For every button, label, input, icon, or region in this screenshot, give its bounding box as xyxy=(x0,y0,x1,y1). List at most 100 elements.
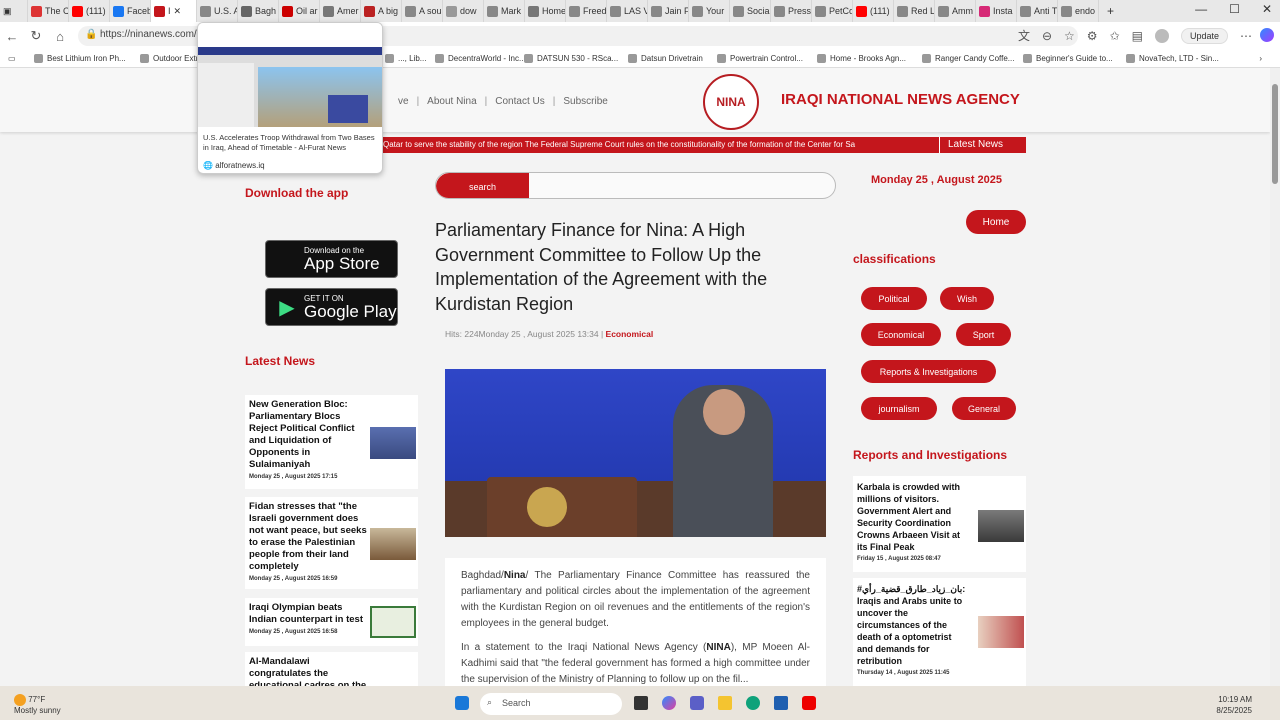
browser-tab[interactable]: Mark xyxy=(484,0,525,22)
category-political[interactable]: Political xyxy=(861,287,927,310)
store-icon[interactable] xyxy=(774,696,788,710)
browser-tab[interactable]: Insta xyxy=(976,0,1017,22)
browser-tab[interactable]: LAS V xyxy=(607,0,648,22)
tab-favicon-icon xyxy=(733,5,744,17)
minimize-button[interactable]: — xyxy=(1195,2,1207,16)
tab-favicon-icon xyxy=(200,5,211,17)
browser-tab[interactable]: Social xyxy=(730,0,771,22)
browser-tab[interactable]: Red L xyxy=(894,0,935,22)
browser-tab[interactable]: PetCo xyxy=(812,0,853,22)
update-button[interactable]: Update xyxy=(1180,27,1228,44)
category-general[interactable]: General xyxy=(952,397,1016,420)
latest-news-item[interactable]: Al-Mandalawi congratulates the education… xyxy=(245,652,418,686)
workspaces-icon[interactable]: ▣ xyxy=(0,0,28,22)
bookmark-item[interactable]: Home - Brooks Agn... xyxy=(817,54,906,63)
home-icon[interactable]: ⌂ xyxy=(48,29,72,44)
app-store-button[interactable]: Download on the App Store xyxy=(265,240,398,278)
taskbar-search[interactable]: ⌕ Search xyxy=(480,693,622,715)
copilot-taskbar-icon[interactable] xyxy=(662,696,676,710)
file-explorer-icon[interactable] xyxy=(718,696,732,710)
browser-tab[interactable]: A big xyxy=(361,0,402,22)
copilot-icon[interactable] xyxy=(1260,28,1274,42)
bookmark-item[interactable]: Beginner's Guide to... xyxy=(1023,54,1113,63)
latest-news-item[interactable]: Iraqi Olympian beats Indian counterpart … xyxy=(245,598,418,646)
browser-tab[interactable]: Anti T xyxy=(1017,0,1058,22)
system-clock[interactable]: 10:19 AM 8/25/2025 xyxy=(1216,694,1252,716)
report-item[interactable]: #بان_زياد_طارق_قضية_رأي: Iraqis and Arab… xyxy=(853,578,1026,686)
category-wish[interactable]: Wish xyxy=(940,287,994,310)
browser-tab[interactable]: (111) xyxy=(853,0,894,22)
bookmark-item[interactable]: DecentraWorld - Inc... xyxy=(435,54,526,63)
browser-tab[interactable]: Your xyxy=(689,0,730,22)
browser-tab[interactable]: I ✕ xyxy=(151,0,197,22)
youtube-icon[interactable] xyxy=(802,696,816,710)
edge-icon[interactable] xyxy=(746,696,760,710)
category-journalism[interactable]: journalism xyxy=(861,397,937,420)
browser-tab[interactable]: dow xyxy=(443,0,484,22)
browser-tab[interactable]: Amer xyxy=(320,0,361,22)
bookmark-item[interactable]: Outdoor Extr xyxy=(140,54,198,63)
browser-tab[interactable]: Home xyxy=(525,0,566,22)
bookmark-item[interactable]: DATSUN 530 - RSca... xyxy=(524,54,618,63)
profile-avatar-icon[interactable] xyxy=(1154,28,1169,43)
bookmark-item[interactable]: Ranger Candy Coffe... xyxy=(922,54,1014,63)
maximize-button[interactable]: ☐ xyxy=(1229,2,1240,16)
bookmark-item[interactable]: Best Lithium Iron Ph... xyxy=(34,54,126,63)
browser-tab[interactable]: Faceb xyxy=(110,0,151,22)
google-play-button[interactable]: ▶ GET IT ON Google Play xyxy=(265,288,398,326)
report-item[interactable]: Karbala is crowded with millions of visi… xyxy=(853,476,1026,572)
close-window-button[interactable]: ✕ xyxy=(1262,2,1272,16)
browser-tab[interactable]: Oil ar xyxy=(279,0,320,22)
nav-item-about[interactable]: About Nina xyxy=(427,96,476,107)
search-bar[interactable]: search xyxy=(435,172,836,199)
collections-icon[interactable]: ▤ xyxy=(1132,29,1143,43)
latest-news-item[interactable]: New Generation Bloc: Parliamentary Blocs… xyxy=(245,395,418,489)
category-sport[interactable]: Sport xyxy=(956,323,1011,346)
browser-tab[interactable]: Amm xyxy=(935,0,976,22)
translate-icon[interactable]: 文 xyxy=(1018,27,1030,44)
browser-tab[interactable]: Press xyxy=(771,0,812,22)
reader-icon[interactable]: ⊖ xyxy=(1042,29,1052,43)
category-reports[interactable]: Reports & Investigations xyxy=(861,360,996,383)
latest-news-item[interactable]: Fidan stresses that "the Israeli governm… xyxy=(245,497,418,589)
nav-item-subscribe[interactable]: Subscribe xyxy=(563,96,607,107)
bookmark-item[interactable]: Datsun Drivetrain xyxy=(628,54,703,63)
ticker-text[interactable]: Qatar to serve the stability of the regi… xyxy=(383,137,939,153)
nav-item-archive[interactable]: ve xyxy=(398,96,409,107)
windows-start-icon[interactable] xyxy=(455,696,469,710)
category-economical[interactable]: Economical xyxy=(861,323,941,346)
browser-tab[interactable]: Bagh xyxy=(238,0,279,22)
browser-tab[interactable]: The C xyxy=(28,0,69,22)
browser-tab[interactable]: U.S. A xyxy=(197,0,238,22)
scrollbar-thumb[interactable] xyxy=(1272,84,1278,184)
extensions-icon[interactable]: ⚙ xyxy=(1087,29,1098,43)
weather-widget[interactable]: 77°F Mostly sunny xyxy=(14,694,61,716)
bookmarks-overflow-icon[interactable]: › xyxy=(1259,54,1262,63)
browser-tab[interactable]: endo xyxy=(1058,0,1099,22)
bookmark-item[interactable]: Powertrain Control... xyxy=(717,54,803,63)
favorites-icon[interactable]: ✩ xyxy=(1110,29,1120,43)
new-tab-button[interactable]: + xyxy=(1107,4,1114,18)
browser-tab[interactable]: Jain F xyxy=(648,0,689,22)
browser-tab[interactable]: (111) xyxy=(69,0,110,22)
tab-favicon-icon xyxy=(938,5,949,17)
task-view-icon[interactable] xyxy=(634,696,648,710)
search-button[interactable]: search xyxy=(436,173,529,198)
nav-item-contact[interactable]: Contact Us xyxy=(495,96,544,107)
browser-tab[interactable]: A sou xyxy=(402,0,443,22)
bookmark-sidebar-icon[interactable]: ▭ xyxy=(8,54,16,63)
page-scrollbar[interactable] xyxy=(1270,68,1280,686)
bookmark-item[interactable]: ..., Lib... xyxy=(385,54,426,63)
article-category-link[interactable]: Economical xyxy=(606,329,654,339)
tab-list: The C (111) Faceb I ✕ U.S. A Bagh Oil ar Amer A b… xyxy=(28,0,1099,22)
back-icon[interactable]: ← xyxy=(0,29,24,44)
more-menu-icon[interactable]: ⋯ xyxy=(1240,29,1252,43)
favorite-star-icon[interactable]: ☆ xyxy=(1064,29,1075,43)
refresh-icon[interactable]: ↻ xyxy=(24,28,48,44)
close-tab-icon[interactable]: ✕ xyxy=(174,6,182,17)
teams-icon[interactable] xyxy=(690,696,704,710)
bookmark-item[interactable]: NovaTech, LTD - Sin... xyxy=(1126,54,1219,63)
browser-tab[interactable]: Freed xyxy=(566,0,607,22)
home-button[interactable]: Home xyxy=(966,210,1026,234)
site-logo[interactable]: NINA xyxy=(703,74,759,130)
